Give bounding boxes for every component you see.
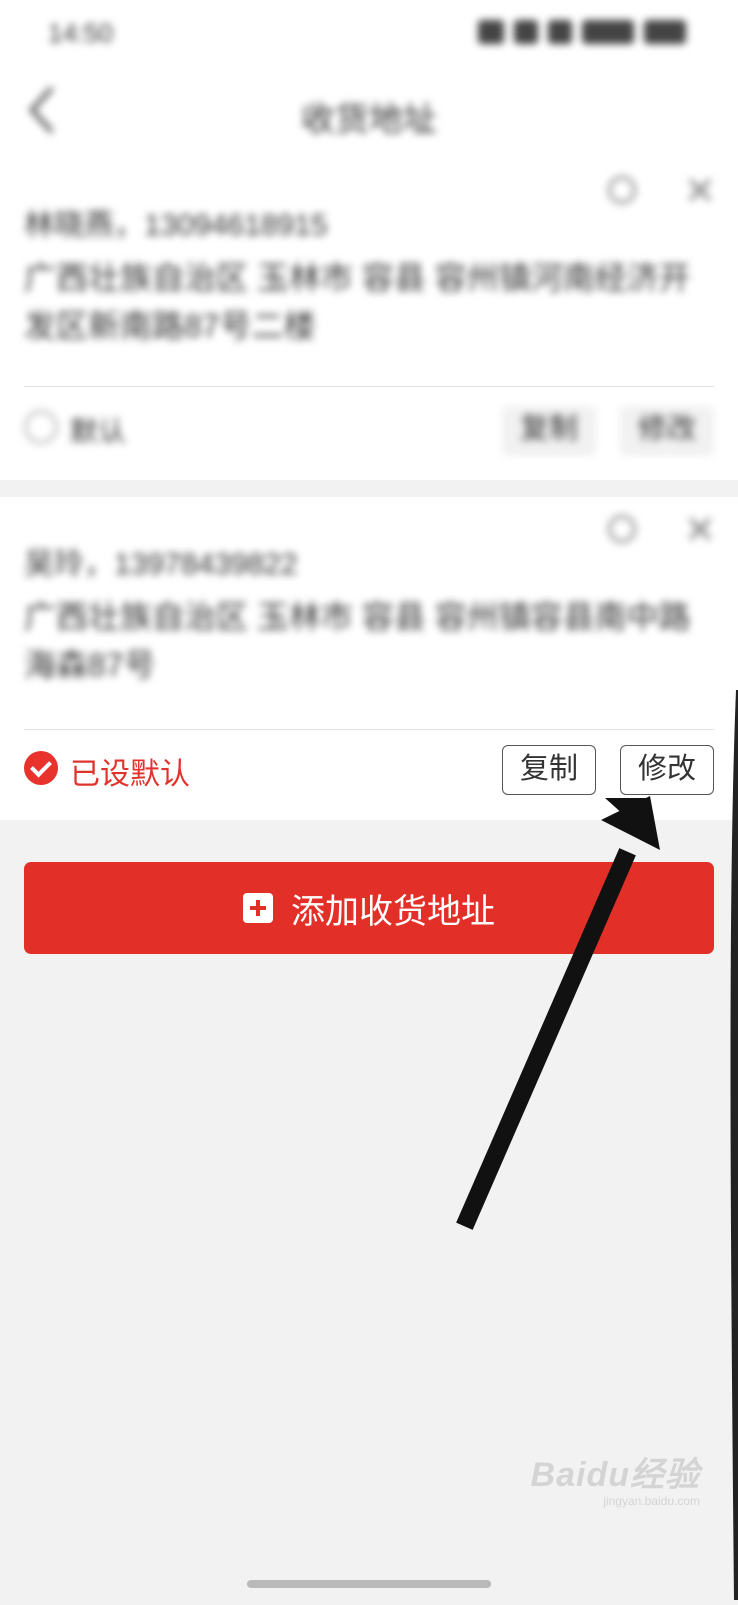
address-text: 广西壮族自治区 玉林市 容县 容州镇容县南中路海森87号 xyxy=(24,599,691,683)
card-footer: 默认 复制 修改 xyxy=(24,392,714,478)
default-status-label: 已设默认 xyxy=(70,758,190,791)
page-title: 收货地址 xyxy=(301,101,437,139)
contact-name-phone: 吴玲，13978439822 xyxy=(24,548,298,581)
address-card: 林晓燕，13094618915 广西壮族自治区 玉林市 容县 容州镇河南经济开发… xyxy=(0,158,738,480)
close-icon[interactable] xyxy=(686,515,714,543)
address-text: 广西壮族自治区 玉林市 容县 容州镇河南经济开发区新南路87号二楼 xyxy=(24,260,691,344)
card-actions xyxy=(608,515,714,543)
set-default-label[interactable]: 默认 xyxy=(70,410,126,450)
trash-icon[interactable] xyxy=(608,515,636,543)
copy-button[interactable]: 复制 xyxy=(502,406,596,456)
battery-icon xyxy=(644,20,686,44)
add-address-button[interactable]: 添加收货地址 xyxy=(24,862,714,954)
status-icons xyxy=(436,20,686,46)
trash-icon[interactable] xyxy=(608,176,636,204)
contact-name-phone: 林晓燕，13094618915 xyxy=(24,209,328,242)
close-icon[interactable] xyxy=(686,176,714,204)
plus-square-icon xyxy=(243,893,273,923)
copy-button[interactable]: 复制 xyxy=(502,745,596,795)
signal-icon xyxy=(478,20,504,44)
card-actions xyxy=(608,176,714,204)
status-bar: 14:50 xyxy=(0,0,738,68)
wifi-icon xyxy=(514,20,538,44)
status-time: 14:50 xyxy=(48,18,114,48)
network-speed-icon xyxy=(582,20,634,44)
bluetooth-icon xyxy=(548,20,572,44)
check-circle-icon[interactable] xyxy=(24,751,58,785)
card-footer: 已设默认 复制 修改 xyxy=(24,731,714,817)
edit-button[interactable]: 修改 xyxy=(620,406,714,456)
curved-screen-edge xyxy=(728,690,738,1600)
home-indicator[interactable] xyxy=(247,1580,491,1588)
watermark-url: jingyan.baidu.com xyxy=(603,1494,700,1508)
address-card: 吴玲，13978439822 广西壮族自治区 玉林市 容县 容州镇容县南中路海森… xyxy=(0,497,738,820)
default-radio[interactable] xyxy=(24,410,58,444)
baidu-watermark: Baidu经验 jingyan.baidu.com xyxy=(531,1447,700,1508)
divider xyxy=(24,729,714,730)
divider xyxy=(24,386,714,387)
edit-button[interactable]: 修改 xyxy=(620,745,714,795)
watermark-brand: Baidu经验 xyxy=(530,1456,700,1494)
nav-bar: 收货地址 xyxy=(0,68,738,158)
add-address-label: 添加收货地址 xyxy=(291,892,495,931)
